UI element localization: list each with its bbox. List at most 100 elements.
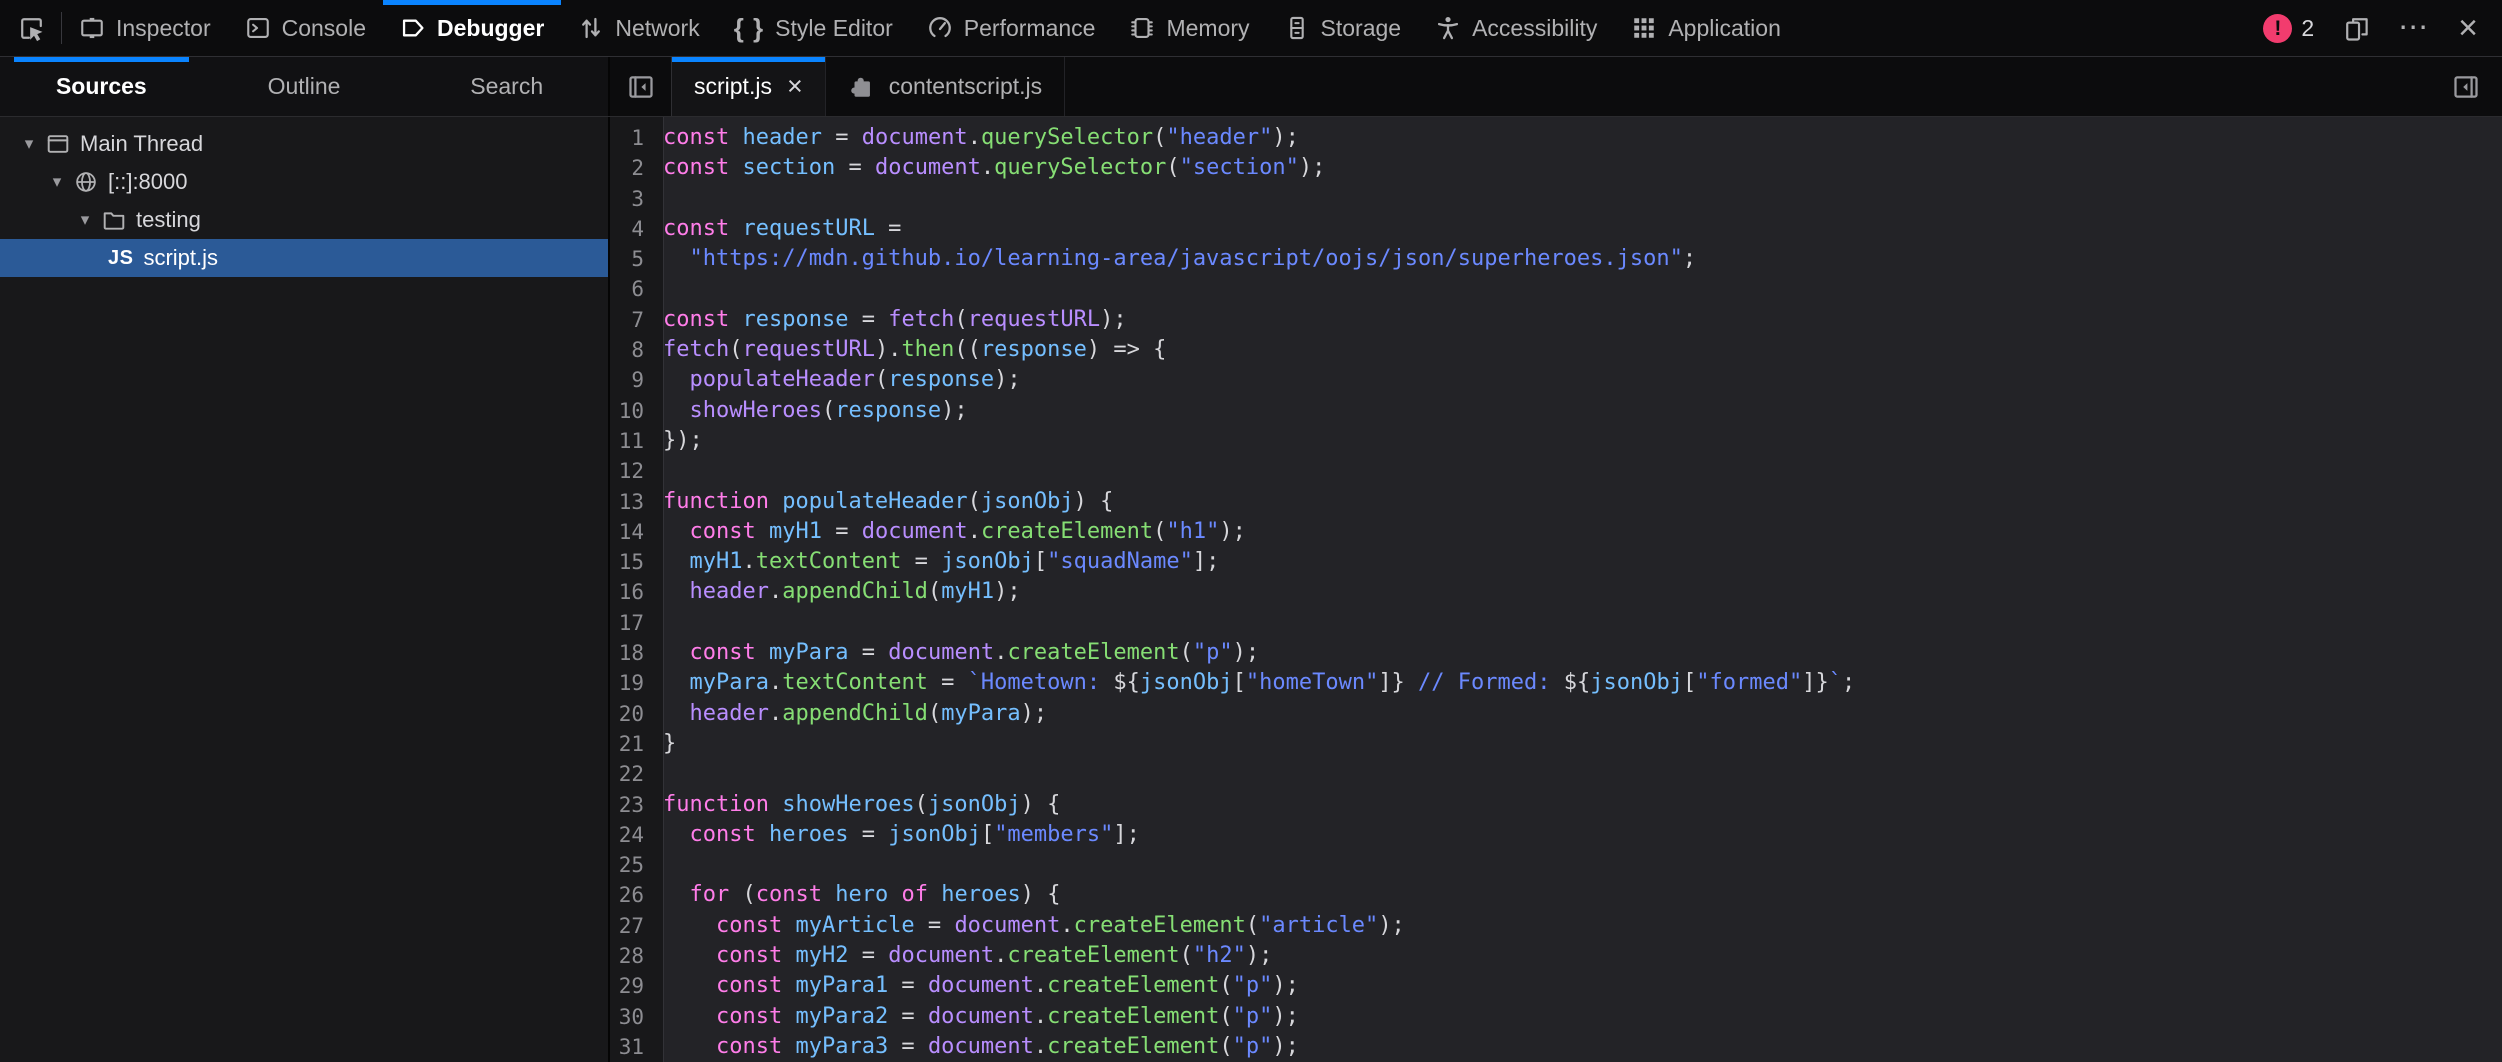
line-number[interactable]: 20 [610, 699, 654, 729]
code-text[interactable]: const myArticle = document.createElement… [654, 911, 1405, 941]
line-number[interactable]: 8 [610, 335, 654, 365]
code-token: . [968, 519, 981, 544]
pick-element-button[interactable] [0, 0, 61, 56]
code-text[interactable]: const myPara3 = document.createElement("… [654, 1032, 1299, 1062]
line-number[interactable]: 11 [610, 426, 654, 456]
line-number[interactable]: 2 [610, 153, 654, 183]
code-text[interactable]: for (const hero of heroes) { [654, 880, 1060, 910]
close-tab-icon[interactable]: × [787, 73, 803, 100]
tree-item-main-thread[interactable]: ▾ Main Thread [0, 125, 608, 163]
line-number[interactable]: 1 [610, 123, 654, 153]
code-text[interactable] [654, 608, 663, 638]
code-text[interactable]: myPara.textContent = `Hometown: ${jsonOb… [654, 668, 1855, 698]
tab-style-editor[interactable]: { } Style Editor [717, 0, 910, 56]
tab-console[interactable]: Console [228, 0, 383, 56]
tab-accessibility[interactable]: Accessibility [1418, 0, 1614, 56]
line-number[interactable]: 3 [610, 184, 654, 214]
code-text[interactable]: header.appendChild(myPara); [654, 699, 1047, 729]
tab-label: Network [615, 15, 699, 42]
line-number[interactable]: 15 [610, 547, 654, 577]
code-text[interactable]: "https://mdn.github.io/learning-area/jav… [654, 244, 1696, 274]
line-number[interactable]: 9 [610, 365, 654, 395]
tab-debugger[interactable]: Debugger [383, 0, 561, 56]
line-number[interactable]: 12 [610, 456, 654, 486]
tab-performance[interactable]: Performance [910, 0, 1113, 56]
code-text[interactable]: header.appendChild(myH1); [654, 577, 1021, 607]
line-number[interactable]: 7 [610, 305, 654, 335]
code-text[interactable] [654, 184, 663, 214]
line-number[interactable]: 19 [610, 668, 654, 698]
code-text[interactable]: populateHeader(response); [654, 365, 1021, 395]
line-number[interactable]: 6 [610, 274, 654, 304]
line-number[interactable]: 4 [610, 214, 654, 244]
caret-down-icon[interactable]: ▾ [74, 210, 96, 230]
code-text[interactable]: }); [654, 426, 703, 456]
code-text[interactable]: } [654, 729, 676, 759]
code-token: [ [1233, 670, 1246, 695]
code-text[interactable] [654, 456, 663, 486]
collapse-right-pane-button[interactable] [2430, 57, 2502, 116]
code-text[interactable]: const header = document.querySelector("h… [654, 123, 1299, 153]
line-number[interactable]: 29 [610, 971, 654, 1001]
line-number[interactable]: 21 [610, 729, 654, 759]
code-token: textContent [782, 670, 928, 695]
line-number[interactable]: 22 [610, 759, 654, 789]
code-text[interactable]: const myH1 = document.createElement("h1"… [654, 517, 1246, 547]
code-text[interactable]: const section = document.querySelector("… [654, 153, 1325, 183]
code-text[interactable]: const requestURL = [654, 214, 901, 244]
tab-application[interactable]: Application [1614, 0, 1798, 56]
code-text[interactable]: myH1.textContent = jsonObj["squadName"]; [654, 547, 1219, 577]
tab-memory[interactable]: Memory [1112, 0, 1266, 56]
line-number[interactable]: 18 [610, 638, 654, 668]
line-number[interactable]: 5 [610, 244, 654, 274]
close-devtools-button[interactable]: × [2444, 11, 2492, 45]
code-text[interactable]: function populateHeader(jsonObj) { [654, 487, 1113, 517]
tab-inspector[interactable]: Inspector [62, 0, 228, 56]
code-text[interactable]: const myH2 = document.createElement("h2"… [654, 941, 1272, 971]
code-text[interactable]: const myPara = document.createElement("p… [654, 638, 1259, 668]
line-number[interactable]: 13 [610, 487, 654, 517]
tree-item-host[interactable]: ▾ [::]:8000 [0, 163, 608, 201]
code-text[interactable]: const myPara1 = document.createElement("… [654, 971, 1299, 1001]
tab-search[interactable]: Search [405, 57, 608, 116]
code-token: . [981, 155, 994, 180]
editor-tab-contentscript-js[interactable]: contentscript.js [826, 57, 1065, 116]
line-number[interactable]: 28 [610, 941, 654, 971]
code-text[interactable]: const heroes = jsonObj["members"]; [654, 820, 1140, 850]
code-text[interactable]: fetch(requestURL).then((response) => { [654, 335, 1166, 365]
devtools-menu-button[interactable]: ⋯ [2384, 13, 2444, 43]
caret-down-icon[interactable]: ▾ [18, 134, 40, 154]
code-text[interactable]: function showHeroes(jsonObj) { [654, 790, 1060, 820]
tab-sources[interactable]: Sources [0, 57, 203, 116]
line-number[interactable]: 17 [610, 608, 654, 638]
line-number[interactable]: 26 [610, 880, 654, 910]
line-number[interactable]: 23 [610, 790, 654, 820]
code-text[interactable]: const response = fetch(requestURL); [654, 305, 1127, 335]
code-text[interactable] [654, 759, 663, 789]
collapse-sources-pane-button[interactable] [610, 57, 672, 116]
line-number[interactable]: 14 [610, 517, 654, 547]
tree-item-script-js[interactable]: JS script.js [0, 239, 608, 277]
tab-storage[interactable]: Storage [1267, 0, 1419, 56]
editor-tab-script-js[interactable]: script.js × [672, 57, 826, 116]
code-token: = [888, 1034, 928, 1059]
line-number[interactable]: 25 [610, 850, 654, 880]
line-number[interactable]: 16 [610, 577, 654, 607]
tab-outline[interactable]: Outline [203, 57, 406, 116]
error-count-badge[interactable]: ! 2 [2249, 14, 2328, 43]
code-editor[interactable]: 1const header = document.querySelector("… [610, 117, 2502, 1062]
responsive-design-mode-button[interactable] [2329, 15, 2384, 42]
line-number[interactable]: 27 [610, 911, 654, 941]
line-number[interactable]: 31 [610, 1032, 654, 1062]
tree-item-testing-folder[interactable]: ▾ testing [0, 201, 608, 239]
line-number[interactable]: 30 [610, 1002, 654, 1032]
code-text[interactable]: const myPara2 = document.createElement("… [654, 1002, 1299, 1032]
code-text[interactable]: showHeroes(response); [654, 396, 968, 426]
memory-icon [1129, 15, 1155, 41]
tab-network[interactable]: Network [561, 0, 716, 56]
caret-down-icon[interactable]: ▾ [46, 172, 68, 192]
line-number[interactable]: 10 [610, 396, 654, 426]
line-number[interactable]: 24 [610, 820, 654, 850]
code-text[interactable] [654, 850, 663, 880]
code-text[interactable] [654, 274, 663, 304]
